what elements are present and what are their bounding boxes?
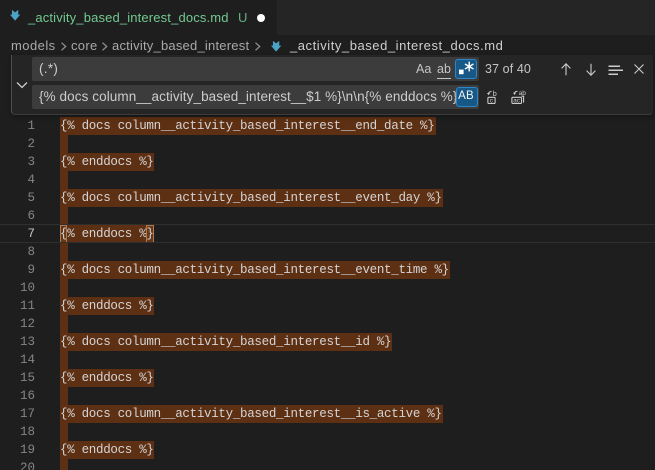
svg-text:ac: ac [513,98,521,105]
svg-text:b: b [493,89,497,98]
